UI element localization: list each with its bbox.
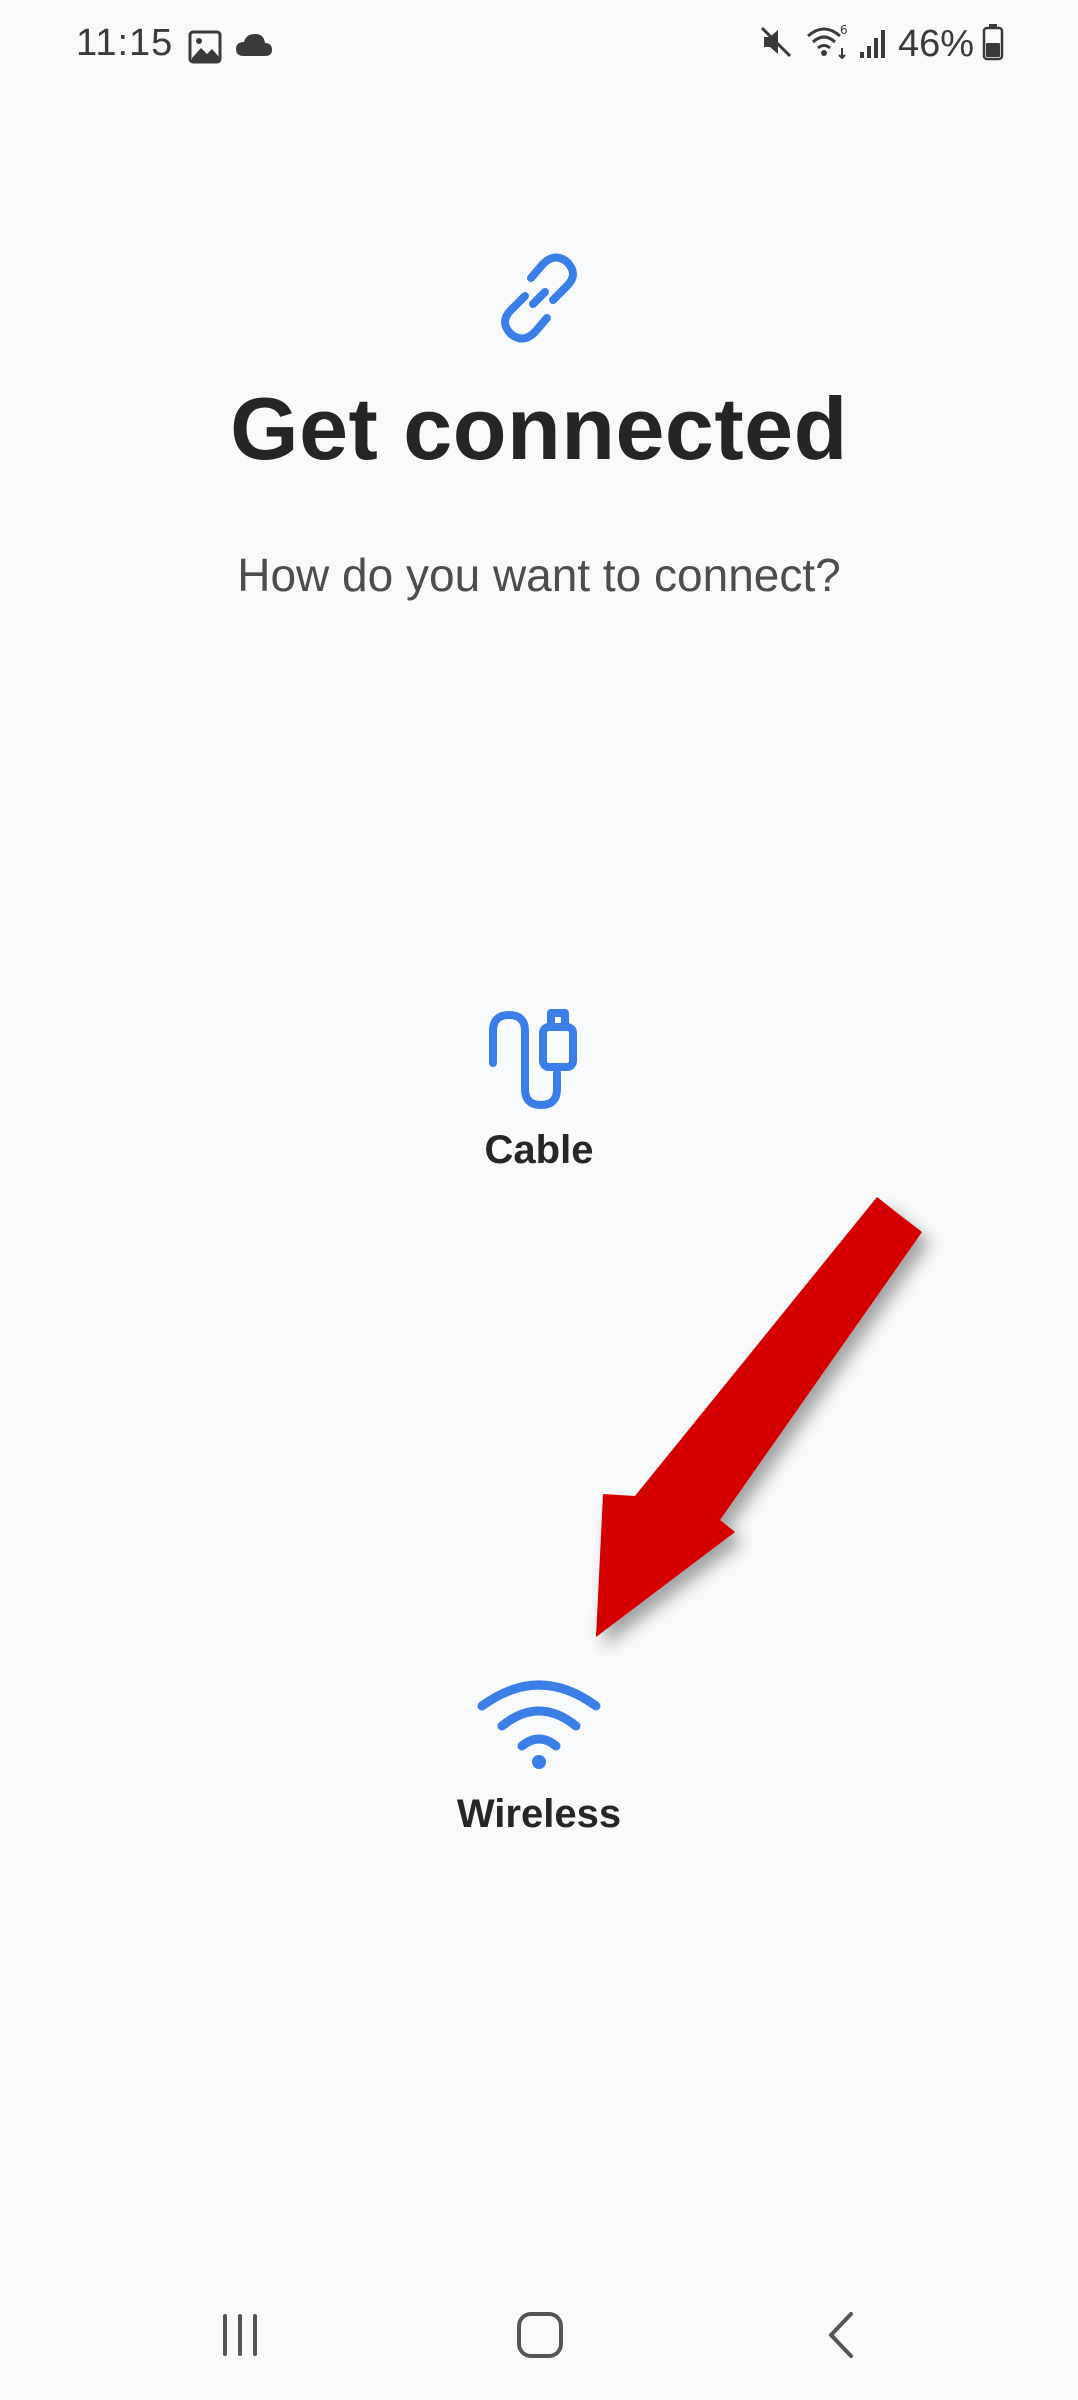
cable-label: Cable: [484, 1128, 594, 1172]
cloud-icon: [234, 30, 274, 69]
signal-icon: [858, 24, 890, 65]
status-left-icons: [188, 30, 274, 69]
battery-icon: [982, 23, 1004, 66]
battery-percent: 46%: [897, 23, 974, 65]
page-subtitle: How do you want to connect?: [237, 549, 841, 601]
wireless-option-button[interactable]: Wireless: [389, 1660, 689, 1860]
status-right-icons: 6 46%: [756, 22, 1004, 67]
link-icon: [489, 248, 589, 348]
cable-icon: [474, 996, 604, 1116]
mute-icon: [756, 22, 796, 67]
gallery-icon: [188, 30, 222, 69]
cable-option-button[interactable]: Cable: [389, 996, 689, 1196]
recents-icon[interactable]: [200, 2300, 280, 2370]
red-arrow-annotation: [560, 1180, 960, 1680]
status-bar: 11:15 6 46%: [0, 0, 1078, 96]
back-icon[interactable]: [802, 2300, 882, 2370]
wireless-label: Wireless: [456, 1792, 622, 1836]
wifi-6-icon: 6: [804, 22, 850, 67]
home-icon[interactable]: [500, 2300, 580, 2370]
svg-text:6: 6: [840, 23, 848, 37]
navigation-bar: [0, 2270, 1078, 2400]
status-time: 11:15: [76, 22, 174, 64]
page-title: Get connected: [230, 379, 848, 478]
